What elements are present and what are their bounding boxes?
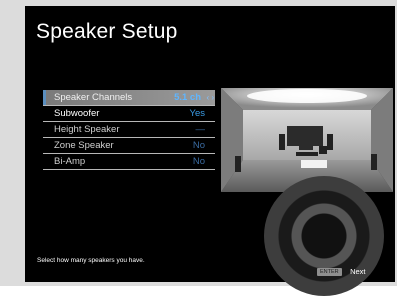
speaker-settings-menu: Speaker Channels 5.1 ch ‹ › Subwoofer Ye… (43, 90, 215, 170)
next-button[interactable]: ENTER Next (317, 263, 366, 277)
menu-item-zone-speaker[interactable]: Zone Speaker No (43, 138, 215, 154)
menu-item-value: No (192, 156, 205, 167)
left-right-arrows-icon[interactable]: ‹ › (206, 90, 214, 105)
menu-item-value: — (195, 124, 206, 135)
menu-item-height-speaker[interactable]: Height Speaker — (43, 122, 215, 138)
menu-item-speaker-channels[interactable]: Speaker Channels 5.1 ch ‹ › (43, 90, 215, 106)
speaker-room-illustration (221, 88, 393, 192)
menu-item-value: Yes (189, 108, 206, 119)
page-title: Speaker Setup (36, 20, 178, 43)
speaker-cone-icon (264, 176, 384, 296)
menu-item-value: No (192, 140, 205, 151)
menu-item-bi-amp[interactable]: Bi-Amp No (43, 154, 215, 170)
menu-item-label: Zone Speaker (54, 140, 114, 151)
help-text: Select how many speakers you have. (37, 257, 145, 264)
menu-item-label: Subwoofer (54, 108, 100, 119)
enter-key-icon: ENTER (317, 267, 342, 276)
menu-item-value: 5.1 ch (174, 92, 201, 103)
room-diagram-icon (221, 88, 393, 192)
menu-item-subwoofer[interactable]: Subwoofer Yes (43, 106, 215, 122)
next-label: Next (350, 267, 366, 277)
menu-item-label: Height Speaker (54, 124, 120, 135)
menu-item-label: Speaker Channels (54, 92, 133, 103)
menu-item-label: Bi-Amp (54, 156, 86, 167)
